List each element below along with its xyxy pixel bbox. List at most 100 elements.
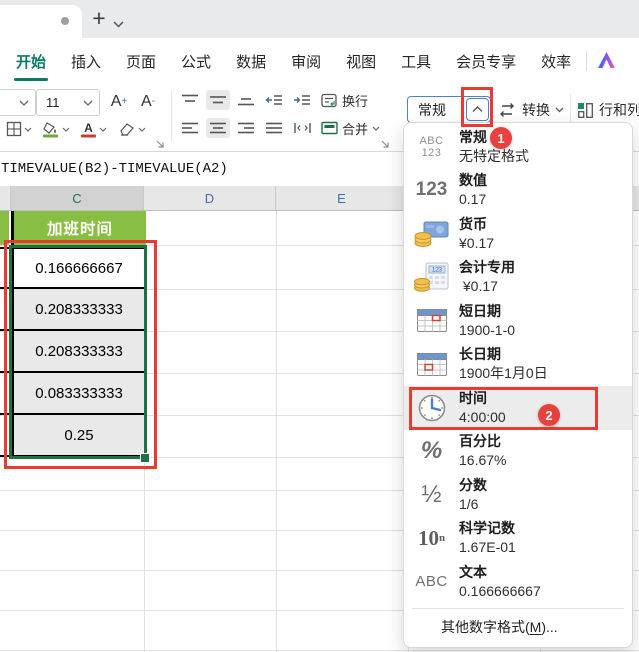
merge-cells-button[interactable]: 合并 [318,118,383,138]
window-tab-bar: + [0,0,639,38]
cell-B1-sliver[interactable] [0,211,9,245]
menu-item-scientific[interactable]: 10 n 科学记数 1.67E-01 [404,517,632,561]
menu-item-short-date[interactable]: 短日期 1900-1-0 [404,299,632,343]
column-header-C[interactable]: C [11,186,144,211]
column-header-sliver[interactable] [0,186,11,211]
borders-icon [6,121,22,137]
fraction-icon: ½ [421,480,442,508]
column-header-E[interactable]: E [276,186,408,211]
increase-font-button[interactable]: A + [106,89,132,114]
tab-formula[interactable]: 公式 [181,51,211,72]
rows-columns-icon [578,102,593,118]
number-format-open-button[interactable] [466,98,489,121]
merge-cells-label: 合并 [342,121,369,137]
tab-home[interactable]: 开始 [16,51,46,72]
font-name-combobox[interactable] [0,89,36,116]
annotation-badge-1: 1 [490,127,512,149]
menu-item-fraction[interactable]: ½ 分数 1/6 [404,473,632,517]
clear-format-button[interactable] [118,117,146,141]
ai-logo-icon[interactable] [596,50,618,75]
align-bottom-button[interactable] [234,90,258,110]
tab-tools[interactable]: 工具 [401,51,431,72]
menu-item-more-formats[interactable]: 其他数字格式(M)... [404,613,632,642]
formula-text: TIMEVALUE(B2)-TIMEVALUE(A2) [1,161,228,177]
rows-columns-button[interactable]: 行和列 [577,97,639,123]
menu-item-long-date[interactable]: 长日期 1900年1月0日 [404,343,632,387]
align-top-button[interactable] [178,90,202,110]
convert-label: 转换 [522,102,550,118]
align-middle-button[interactable] [206,90,230,110]
align-center-button[interactable] [206,118,230,138]
align-right-button[interactable] [234,118,258,138]
rows-columns-label: 行和列 [599,102,639,118]
text-direction-button[interactable] [290,118,314,138]
menu-item-text[interactable]: ABC 文本 0.166666667 [404,560,632,604]
cell-C5[interactable]: 0.083333333 [11,373,146,415]
justify-button[interactable] [262,118,286,138]
menu-item-general[interactable]: ABC 123 常规 无特定格式 [404,125,632,169]
cell-B2-sliver[interactable] [0,247,9,289]
convert-button[interactable]: 转换 [497,97,564,123]
toolbar-separator [171,90,172,142]
tab-efficiency[interactable]: 效率 [541,51,571,72]
cell-C4[interactable]: 0.208333333 [11,331,146,373]
new-tab-button[interactable]: + [86,3,112,33]
ribbon-tabs: 开始 插入 页面 公式 数据 审阅 视图 工具 会员专享 效率 [16,38,571,84]
menu-item-accounting[interactable]: 123 会计专用 ¥0.17 [404,256,632,300]
number-format-value: 常规 [418,101,446,118]
cell-C1-header[interactable]: 加班时间 [11,211,146,245]
tab-review[interactable]: 审阅 [291,51,321,72]
cell-C6[interactable]: 0.25 [11,415,146,457]
chevron-down-icon [99,127,107,132]
tab-page[interactable]: 页面 [126,51,156,72]
long-date-icon [404,351,459,378]
halign-group: 合并 [178,118,383,138]
svg-text:A: A [84,121,93,135]
font-size-combobox[interactable]: 11 [36,89,100,116]
borders-button[interactable] [6,117,32,141]
cell-B5-sliver[interactable] [0,375,9,415]
tab-view[interactable]: 视图 [346,51,376,72]
number-format-menu: ABC 123 常规 无特定格式 123 数值 0.17 货币 ¥0.17 12… [403,122,633,648]
chevron-down-icon [555,107,564,113]
menu-separator [412,607,624,609]
svg-text:123: 123 [431,268,442,274]
menu-item-currency[interactable]: 货币 ¥0.17 [404,212,632,256]
gridline [0,650,639,651]
chevron-down-icon [372,126,380,131]
decrease-font-button[interactable]: A- [135,89,161,114]
cell-C3[interactable]: 0.208333333 [11,289,146,331]
fill-color-button[interactable] [42,117,70,141]
tab-list-chevron-icon[interactable] [113,15,124,33]
column-header-D[interactable]: D [144,186,276,211]
cell-B6-sliver[interactable] [0,417,9,457]
tab-membership[interactable]: 会员专享 [456,51,516,72]
chevron-down-icon [83,100,93,106]
valign-group: 换行 [178,90,371,110]
cell-C2[interactable]: 0.166666667 [11,247,146,289]
chevron-down-icon [62,127,70,132]
tab-data[interactable]: 数据 [236,51,266,72]
align-left-button[interactable] [178,118,202,138]
chevron-down-icon [138,127,146,132]
selection-fill-handle[interactable] [140,453,150,463]
ribbon-tab-row: 开始 插入 页面 公式 数据 审阅 视图 工具 会员专享 效率 [0,38,639,85]
annotation-badge-2: 2 [538,404,560,426]
decrease-indent-button[interactable] [262,90,286,110]
document-tab[interactable] [0,5,82,38]
font-color-button[interactable]: A [80,117,107,141]
tab-insert[interactable]: 插入 [71,51,101,72]
time-icon [404,393,459,423]
app-window: + 开始 插入 页面 公式 数据 审阅 视图 工具 会员专享 效率 11 A +… [0,0,639,652]
cell-B3-sliver[interactable] [0,291,9,331]
increase-indent-button[interactable] [290,90,314,110]
menu-item-number[interactable]: 123 数值 0.17 [404,169,632,213]
menu-item-time[interactable]: 时间 4:00:00 [404,386,632,430]
cell-B4-sliver[interactable] [0,333,9,373]
ribbon-divider [586,51,587,71]
menu-item-percentage[interactable]: % 百分比 16.67% [404,430,632,474]
unsaved-dot-icon [61,17,69,25]
percentage-icon: % [420,437,443,465]
font-color-icon: A [81,121,96,137]
wrap-text-button[interactable]: 换行 [318,90,371,110]
